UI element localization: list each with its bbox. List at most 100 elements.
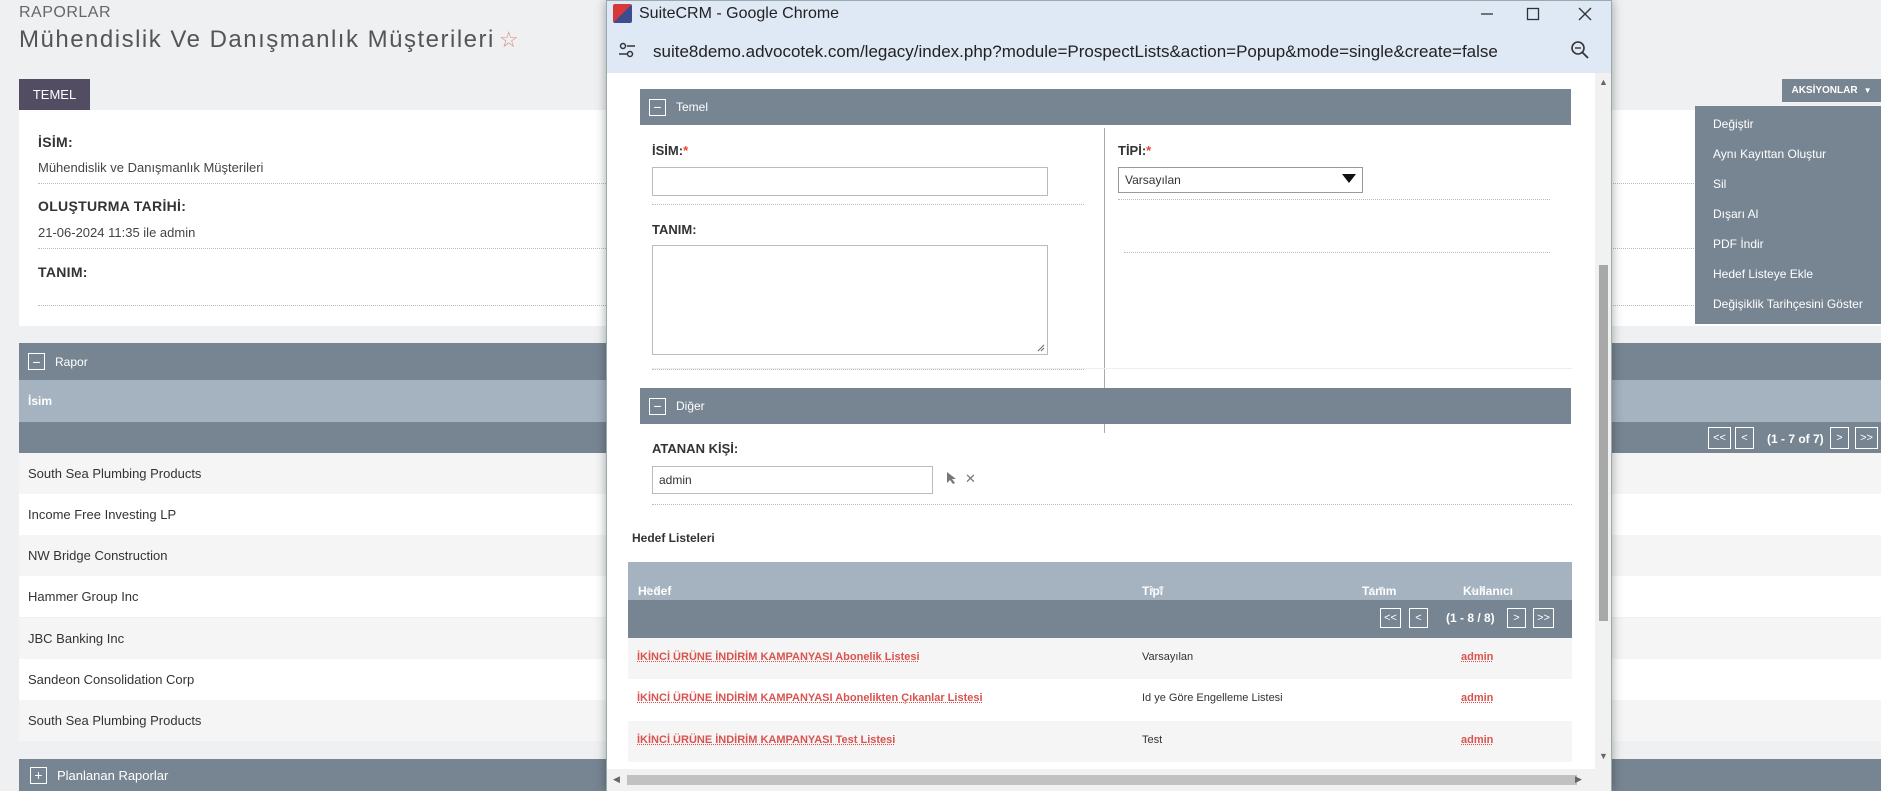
isim-input[interactable] [652,167,1048,196]
divider [652,369,1084,370]
site-settings-icon[interactable] [617,40,637,60]
divider [1124,252,1550,253]
table-row[interactable]: İKİNCİ ÜRÜNE İNDİRİM KAMPANYASI Test Lis… [628,721,1572,762]
close-icon[interactable] [1565,3,1605,25]
list-type: Test [1142,734,1163,746]
divider [652,368,1572,369]
menu-item-sil[interactable]: Sil [1713,177,1726,191]
clear-icon[interactable]: ✕ [965,471,976,487]
scroll-thumb[interactable] [1599,265,1608,621]
dropdown-arrow-icon [1342,174,1356,183]
menu-item-pdf[interactable]: PDF İndir [1713,237,1764,251]
isim-label: İSİM:* [652,143,689,158]
vertical-scrollbar[interactable]: ▲ ▼ [1595,73,1611,769]
maximize-icon[interactable] [1513,3,1553,25]
list-user[interactable]: admin [1461,692,1493,704]
planned-reports-title: Planlanan Raporlar [57,767,169,783]
expand-icon[interactable]: + [30,766,47,784]
field-value-isim: Mühendislik ve Danışmanlık Müşterileri [38,160,264,175]
sort-icon: ▲▼ [1469,584,1487,594]
pager-last-button[interactable]: >> [1855,427,1878,449]
temel-panel-title: Temel [676,100,709,114]
window-titlebar[interactable]: SuiteCRM - Google Chrome [607,1,1611,27]
menu-item-add-target-list[interactable]: Hedef Listeye Ekle [1713,267,1813,281]
pager-prev-button[interactable]: < [1409,608,1428,628]
table-row[interactable]: İKİNCİ ÜRÜNE İNDİRİM KAMPANYASI Abonelik… [628,638,1572,679]
pager-last-button[interactable]: >> [1533,608,1554,628]
scroll-up-icon[interactable]: ▲ [1599,77,1608,87]
rapor-panel-title: Rapor [55,354,88,369]
menu-item-export[interactable]: Dışarı Al [1713,207,1758,221]
field-label-tanim: TANIM: [38,264,88,280]
url-text[interactable]: suite8demo.advocotek.com/legacy/index.ph… [653,42,1498,62]
pager-range: (1 - 7 of 7) [1767,432,1824,446]
tipi-select[interactable]: Varsayılan [1118,167,1363,193]
tab-temel[interactable]: TEMEL [19,79,90,110]
table-row[interactable]: İKİNCİ ÜRÜNE İNDİRİM KAMPANYASI Abonelik… [628,679,1572,720]
sort-icon: ▲▼ [1368,584,1386,594]
list-user[interactable]: admin [1461,734,1493,746]
page-title: Mühendislik Ve Danışmanlık Müşterileri ☆ [19,26,520,54]
tipi-label: TİPİ:* [1118,143,1152,158]
caret-down-icon: ▼ [1863,86,1872,95]
address-bar[interactable]: suite8demo.advocotek.com/legacy/index.ph… [607,27,1611,73]
divider [1118,199,1550,200]
pager-next-button[interactable]: > [1830,427,1849,449]
actions-button[interactable]: AKSİYONLAR ▼ [1782,79,1881,102]
breadcrumb[interactable]: RAPORLAR [19,4,111,22]
favorite-star-icon[interactable]: ☆ [499,27,520,52]
divider [652,504,1572,505]
collapse-icon[interactable]: − [649,397,666,415]
select-cursor-icon[interactable] [946,471,958,490]
list-pager-bar: << < (1 - 8 / 8) > >> [628,600,1572,638]
column-isim[interactable]: İsim [28,394,52,408]
minimize-icon[interactable] [1467,3,1507,25]
pager-next-button[interactable]: > [1507,608,1526,628]
list-user[interactable]: admin [1461,651,1493,663]
tipi-selected: Varsayılan [1125,173,1181,187]
pager-first-button[interactable]: << [1380,608,1401,628]
pager-first-button[interactable]: << [1708,427,1731,449]
field-label-isim: İSİM: [38,134,73,150]
atanan-label: ATANAN KİŞİ: [652,441,739,456]
list-link[interactable]: İKİNCİ ÜRÜNE İNDİRİM KAMPANYASI Abonelik… [637,651,920,663]
window-title: SuiteCRM - Google Chrome [639,5,840,22]
list-link[interactable]: İKİNCİ ÜRÜNE İNDİRİM KAMPANYASI Test Lis… [637,734,895,746]
menu-item-duplicate[interactable]: Aynı Kayıttan Oluştur [1713,147,1826,161]
temel-panel-header[interactable]: − Temel [640,89,1571,125]
tanim-label: TANIM: [652,222,697,237]
scroll-right-icon[interactable]: ▶ [1575,774,1582,785]
list-type: Id ye Göre Engelleme Listesi [1142,692,1283,704]
list-title: Hedef Listeleri [632,531,715,545]
collapse-icon[interactable]: − [649,98,666,116]
pager-range: (1 - 8 / 8) [1446,611,1495,625]
list-table-header: Hedef Liste▲▼ Tipi▲▼ Tanım▲▼ Kullanıcı▲▼ [628,562,1572,612]
actions-label: AKSİYONLAR [1791,85,1858,96]
scroll-thumb[interactable] [627,775,1577,785]
popup-window: SuiteCRM - Google Chrome suite8demo.advo… [606,0,1612,791]
tanim-textarea[interactable] [652,245,1048,355]
resize-handle-icon [1037,344,1045,352]
sort-icon: ▲▼ [644,584,662,594]
list-link[interactable]: İKİNCİ ÜRÜNE İNDİRİM KAMPANYASI Abonelik… [637,692,983,704]
atanan-input[interactable]: admin [652,466,933,494]
popup-content: − Temel İSİM:* TANIM: TİPİ:* Varsayılan … [607,73,1595,769]
diger-panel-header[interactable]: − Diğer [640,388,1571,424]
pager-prev-button[interactable]: < [1735,427,1754,449]
scroll-left-icon[interactable]: ◀ [613,774,620,785]
field-label-olusturma: OLUŞTURMA TARİHİ: [38,198,187,214]
scroll-down-icon[interactable]: ▼ [1599,751,1608,761]
collapse-icon[interactable]: − [28,353,45,370]
page-title-text: Mühendislik Ve Danışmanlık Müşterileri [19,26,495,53]
zoom-icon[interactable] [1570,40,1590,65]
suitecrm-favicon-icon [613,4,632,23]
field-value-olusturma: 21-06-2024 11:35 ile admin [38,225,196,240]
sort-icon: ▲▼ [1148,584,1166,594]
diger-panel-title: Diğer [676,399,705,413]
list-type: Varsayılan [1142,651,1194,663]
horizontal-scrollbar[interactable]: ◀ ▶ [607,769,1611,791]
menu-item-degistir[interactable]: Değiştir [1713,117,1754,131]
divider [652,204,1084,205]
menu-item-history[interactable]: Değişiklik Tarihçesini Göster [1713,297,1863,311]
actions-menu: Değiştir Aynı Kayıttan Oluştur Sil Dışar… [1695,106,1881,324]
